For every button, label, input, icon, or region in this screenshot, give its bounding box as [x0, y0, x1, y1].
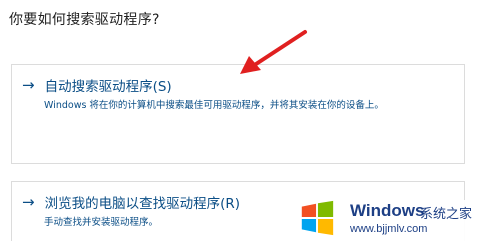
arrow-right-icon: → — [22, 193, 35, 211]
auto-search-driver-option[interactable]: → 自动搜索驱动程序(S) Windows 将在你的计算机中搜索最佳可用驱动程序… — [11, 64, 465, 164]
option-description: 手动查找并安装驱动程序。 — [44, 217, 159, 228]
option-title: → 浏览我的电脑以查找驱动程序(R) — [22, 192, 240, 212]
watermark-brand: Windows — [350, 201, 425, 220]
option-title: → 自动搜索驱动程序(S) — [22, 75, 172, 95]
option-title-label: 自动搜索驱动程序(S) — [44, 79, 172, 95]
red-annotation-arrow-icon — [240, 30, 307, 74]
option-description: Windows 将在你的计算机中搜索最佳可用驱动程序，并将其安装在你的设备上。 — [44, 100, 384, 111]
watermark-url: www.bjjmlv.com — [350, 223, 428, 235]
watermark-site-name: 系统之家 — [420, 207, 473, 222]
dialog-question: 你要如何搜索驱动程序? — [9, 12, 160, 28]
arrow-right-icon: → — [22, 76, 35, 94]
windows-logo-icon — [301, 200, 334, 236]
option-title-label: 浏览我的电脑以查找驱动程序(R) — [44, 196, 240, 212]
